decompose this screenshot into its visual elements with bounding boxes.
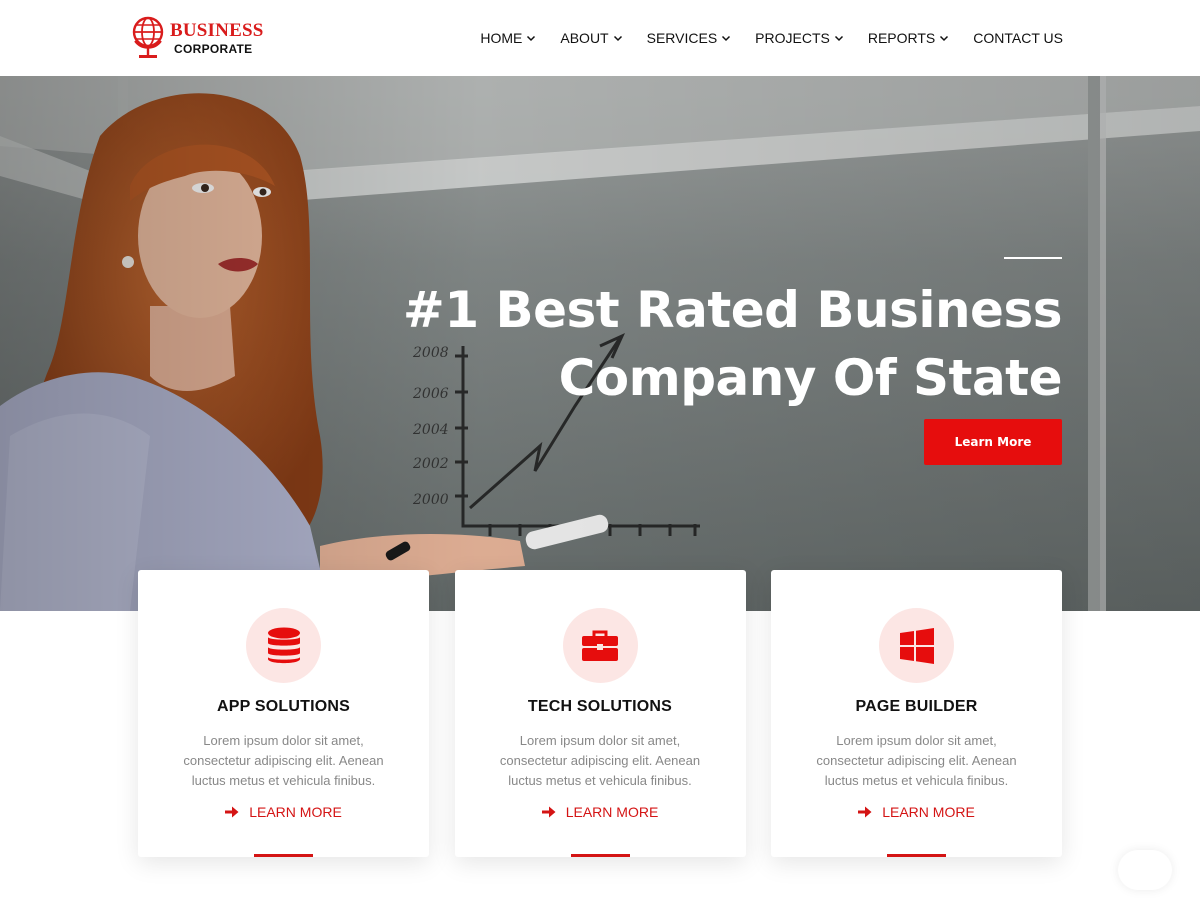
chevron-down-icon	[527, 35, 536, 42]
chevron-down-icon	[722, 35, 731, 42]
nav-item-projects[interactable]: PROJECTS	[755, 30, 844, 46]
floating-widget[interactable]	[1118, 850, 1172, 890]
feature-card-page-builder: PAGE BUILDER Lorem ipsum dolor sit amet,…	[771, 570, 1062, 857]
nav-item-reports[interactable]: REPORTS	[868, 30, 949, 46]
windows-icon	[899, 627, 934, 664]
card-accent-bar	[570, 854, 630, 857]
card-icon-circle	[246, 608, 321, 683]
main-nav: HOME ABOUT SERVICES PROJECTS REPORTS CON…	[480, 0, 1063, 76]
card-description: Lorem ipsum dolor sit amet, consectetur …	[816, 733, 1017, 788]
hero-banner: 2008 2006 2004 2002 2000	[0, 76, 1200, 611]
learn-more-link[interactable]: LEARN MORE	[455, 804, 746, 820]
card-title: PAGE BUILDER	[855, 698, 978, 715]
nav-item-label: REPORTS	[867, 30, 936, 46]
chevron-down-icon	[834, 35, 843, 42]
globe-stand-icon	[132, 16, 164, 58]
arrow-right-icon	[225, 806, 239, 818]
nav-item-label: CONTACT US	[973, 30, 1063, 46]
feature-card-app-solutions: APP SOLUTIONS Lorem ipsum dolor sit amet…	[138, 570, 429, 857]
feature-card-tech-solutions: TECH SOLUTIONS Lorem ipsum dolor sit ame…	[454, 570, 746, 857]
nav-item-contact-us[interactable]: CONTACT US	[973, 30, 1063, 46]
learn-more-label: LEARN MORE	[565, 804, 659, 820]
database-icon	[267, 627, 300, 663]
card-accent-bar	[254, 854, 313, 857]
logo-title: BUSINESS	[170, 20, 264, 41]
hero-title: #1 Best Rated Business Company Of State	[402, 281, 1063, 407]
nav-item-about[interactable]: ABOUT	[560, 30, 622, 46]
feature-cards: APP SOLUTIONS Lorem ipsum dolor sit amet…	[138, 570, 1062, 857]
nav-item-label: PROJECTS	[755, 30, 830, 46]
learn-more-link[interactable]: LEARN MORE	[771, 804, 1062, 820]
learn-more-label: LEARN MORE	[249, 804, 342, 820]
nav-item-label: SERVICES	[646, 30, 718, 46]
logo-subtitle: CORPORATE	[174, 42, 253, 56]
card-icon-circle	[562, 608, 638, 683]
nav-item-services[interactable]: SERVICES	[647, 30, 732, 46]
nav-item-label: ABOUT	[560, 30, 609, 46]
learn-more-button[interactable]: Learn More	[924, 419, 1062, 465]
learn-more-label: LEARN MORE	[882, 804, 975, 820]
card-description: Lorem ipsum dolor sit amet, consectetur …	[183, 733, 384, 788]
arrow-right-icon	[858, 806, 872, 818]
briefcase-icon	[582, 630, 618, 661]
nav-item-label: HOME	[480, 30, 523, 46]
card-accent-bar	[887, 854, 946, 857]
hero-divider	[1004, 257, 1062, 259]
nav-item-home[interactable]: HOME	[480, 30, 536, 46]
card-title: TECH SOLUTIONS	[527, 698, 673, 715]
learn-more-link[interactable]: LEARN MORE	[138, 804, 429, 820]
site-logo[interactable]: BUSINESS CORPORATE	[132, 14, 263, 62]
arrow-right-icon	[541, 806, 556, 818]
card-description: Lorem ipsum dolor sit amet, consectetur …	[499, 733, 701, 788]
card-title: APP SOLUTIONS	[217, 698, 350, 715]
chevron-down-icon	[613, 35, 622, 42]
site-header: BUSINESS CORPORATE HOME ABOUT SERVICES P…	[0, 0, 1200, 76]
chevron-down-icon	[940, 35, 949, 42]
card-icon-circle	[879, 608, 954, 683]
